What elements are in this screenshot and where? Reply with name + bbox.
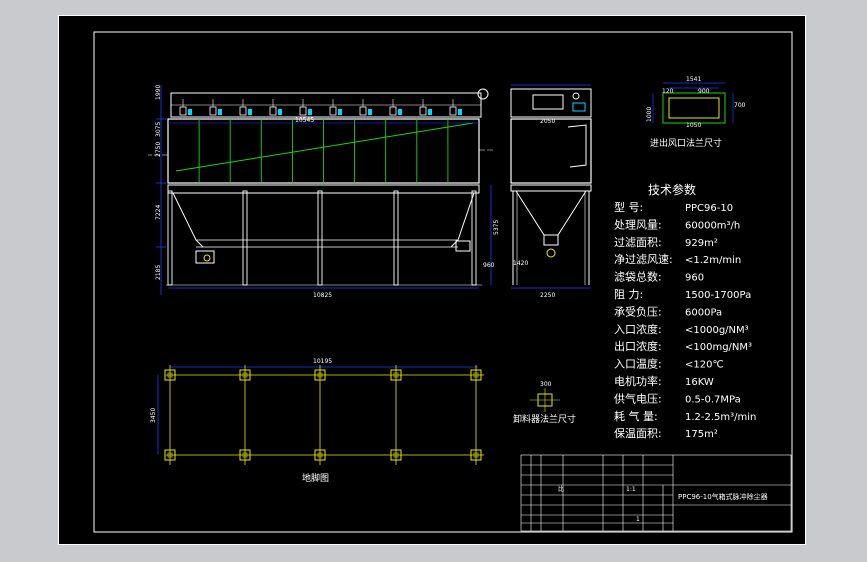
hopper-right	[450, 192, 475, 248]
spec-value: 960	[685, 273, 704, 284]
pulse-valve-icon	[359, 99, 372, 116]
front-dim-9: 960	[483, 262, 495, 269]
title-cell-2: 1:1	[626, 486, 636, 493]
flange-dim-1: 1541	[686, 76, 701, 83]
front-dim-2: 3075	[155, 122, 162, 137]
foundation-dim-2: 3450	[150, 408, 157, 423]
pulse-valve-icon	[209, 99, 222, 116]
discharge-caption: 卸料器法兰尺寸	[513, 413, 576, 425]
front-dim-8: 10545	[295, 117, 314, 124]
spec-label: 过滤面积:	[614, 236, 662, 249]
inlet-duct-diagonal	[175, 122, 474, 172]
foundation-caption: 地脚图	[302, 472, 329, 484]
support-leg	[167, 190, 173, 286]
front-dim-6: 10825	[313, 292, 332, 299]
spec-label: 型 号:	[614, 200, 643, 214]
spec-value: 16KW	[685, 377, 714, 388]
spec-label: 承受负压:	[614, 304, 662, 318]
side-dim-2: 2050	[540, 118, 555, 125]
front-dim-3: 2750	[155, 142, 162, 157]
spec-label: 处理风量:	[614, 218, 662, 231]
side-view: 2250 2050 1420	[510, 84, 592, 299]
spec-label: 阻 力:	[614, 288, 643, 301]
foundation-dim-1: 10195	[313, 358, 332, 365]
front-dim-1: 1990	[155, 85, 162, 100]
spec-label: 入口浓度:	[614, 322, 662, 336]
pulse-valve-icon	[239, 99, 252, 116]
side-dim-1: 2250	[540, 292, 555, 299]
pulse-valve-icon	[449, 99, 462, 116]
drawing-sheet: 1990 3075 2750 7224 5375 10825 2185 1054…	[58, 15, 806, 545]
side-body	[510, 118, 592, 184]
spec-label: 入口温度:	[614, 357, 662, 371]
screw-conveyor-right	[455, 240, 471, 252]
support-leg	[317, 190, 323, 286]
title-drawing-name: PPC96-10气箱式脉冲除尘器	[678, 492, 768, 501]
spec-label: 供气电压:	[614, 391, 662, 405]
lift-valve-icon	[477, 88, 489, 100]
spec-value: 0.5-0.7MPa	[685, 394, 741, 405]
spec-label: 耗 气 量:	[614, 409, 658, 423]
spec-value: PPC96-10	[685, 203, 733, 214]
spec-value: <1000g/NM³	[685, 325, 749, 336]
flange-dim-4: 1000	[646, 107, 653, 122]
support-leg	[242, 190, 248, 286]
hopper-left	[172, 192, 204, 248]
support-leg	[471, 190, 477, 286]
spec-value: 1500-1700Pa	[685, 290, 751, 301]
spec-value: <120℃	[685, 360, 724, 371]
support-legs	[167, 190, 477, 286]
pulse-valve-icon	[329, 99, 342, 116]
inlet-outlet-flange: 1541 1050 700 1000 120 900 进出风口法兰尺寸	[646, 76, 746, 149]
discharge-flange: 300 卸料器法兰尺寸	[513, 381, 576, 425]
cad-drawing: 1990 3075 2750 7224 5375 10825 2185 1054…	[58, 15, 806, 545]
front-dim-7: 2185	[155, 265, 162, 280]
spec-table: 技术参数 型 号: PPC96-10 处理风量: 60000m³/h 过滤面积: 929m…	[614, 182, 756, 440]
spec-title: 技术参数	[648, 182, 696, 197]
front-dim-4: 7224	[155, 205, 162, 220]
pulse-valve-icon	[389, 99, 402, 116]
pulse-valve-icon	[299, 99, 312, 116]
flange-caption: 进出风口法兰尺寸	[650, 137, 722, 149]
title-cell-1: 比	[558, 485, 564, 493]
side-dim-3: 1420	[513, 260, 528, 267]
flange-dim-2: 1050	[686, 122, 701, 129]
spec-label: 净过滤风速:	[614, 252, 673, 266]
screw-conveyor-left	[195, 250, 215, 264]
spec-label: 保温面积:	[614, 426, 662, 440]
spec-value: 1.2-2.5m³/min	[685, 412, 756, 423]
spec-label: 滤袋总数:	[614, 270, 662, 284]
flange-inner	[668, 97, 720, 119]
spec-value: 6000Pa	[685, 307, 722, 318]
chamber-dividers	[198, 119, 449, 183]
flange-dim-6: 900	[698, 88, 710, 95]
front-dim-5: 5375	[493, 220, 500, 235]
front-view: 1990 3075 2750 7224 5375 10825 2185 1054…	[148, 85, 500, 299]
spec-label: 电机功率:	[614, 374, 662, 388]
spec-value: 60000m³/h	[685, 220, 740, 231]
pulse-valve-icon	[179, 99, 192, 116]
spec-value: <100mg/NM³	[685, 342, 752, 353]
spec-value: 929m²	[685, 238, 718, 249]
discharge-dim: 300	[540, 381, 552, 388]
spec-value: <1.2m/min	[685, 255, 741, 266]
spec-label: 出口浓度:	[614, 339, 662, 353]
support-leg	[393, 190, 399, 286]
spec-value: 175m²	[685, 429, 718, 440]
ash-hopper-frame	[167, 184, 480, 194]
flange-dim-3: 700	[734, 102, 746, 109]
pulse-valve-icon	[269, 99, 282, 116]
title-cell-3: 1	[636, 516, 640, 523]
foundation-plan: 10195 3450 地脚图	[150, 358, 484, 484]
pulse-valve-icon	[419, 99, 432, 116]
pulse-valves	[179, 99, 462, 116]
flange-dim-5: 120	[662, 88, 674, 95]
